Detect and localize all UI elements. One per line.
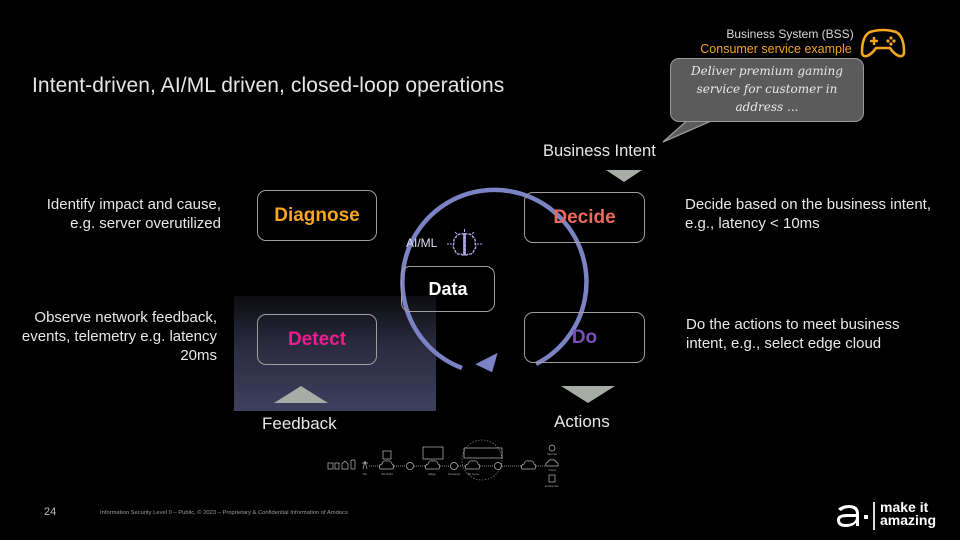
bss-subtitle: Consumer service example <box>700 42 852 56</box>
network-node-transport: Transport <box>448 472 461 476</box>
do-description: Do the actions to meet business intent, … <box>686 316 900 352</box>
feedback-arrow <box>274 386 328 403</box>
logo-separator <box>873 502 875 530</box>
stage-detect[interactable]: Detect <box>257 314 377 365</box>
network-node-edge: Edge <box>428 472 435 476</box>
decide-description: Decide based on the business intent, e.g… <box>685 196 931 232</box>
feedback-label: Feedback <box>262 414 337 433</box>
actions-arrow <box>561 386 615 403</box>
stage-do[interactable]: Do <box>524 312 645 363</box>
tagline-line2: amazing <box>880 512 937 528</box>
network-node-cloud: Cloud <box>548 468 556 472</box>
stage-diagnose[interactable]: Diagnose <box>257 190 377 241</box>
speech-bubble: Deliver premium gaming service for custo… <box>670 58 864 122</box>
device-icons <box>327 459 356 470</box>
page-number: 24 <box>44 506 57 518</box>
network-node-enterprise: Enterprise <box>545 484 559 488</box>
slide-title: Intent-driven, AI/ML driven, closed-loop… <box>32 74 505 97</box>
gamepad-icon <box>860 28 906 58</box>
actions-label: Actions <box>554 412 610 431</box>
network-node-5g: 5G <box>363 472 368 476</box>
network-node-internet: Internet <box>547 452 557 456</box>
diagnose-description: Identify impact and cause, e.g. server o… <box>46 196 221 232</box>
amdocs-logo-icon <box>837 505 868 527</box>
business-intent-label: Business Intent <box>543 142 656 160</box>
brand-tagline: make it amazing <box>880 500 937 528</box>
data-box[interactable]: Data <box>401 266 495 312</box>
network-node-5g-core: 5G Core <box>467 472 479 476</box>
aiml-label: AI/ML <box>406 236 438 250</box>
network-diagram: 5G 5G RAN Edge Transport 5G Core Interne… <box>327 439 559 488</box>
detect-description: Observe network feedback, events, teleme… <box>21 309 217 364</box>
footer-text: Information Security Level 0 – Public, ©… <box>100 510 348 516</box>
stage-decide[interactable]: Decide <box>524 192 645 243</box>
brain-icon <box>447 229 483 257</box>
network-node-5g-ran: 5G RAN <box>381 472 392 476</box>
